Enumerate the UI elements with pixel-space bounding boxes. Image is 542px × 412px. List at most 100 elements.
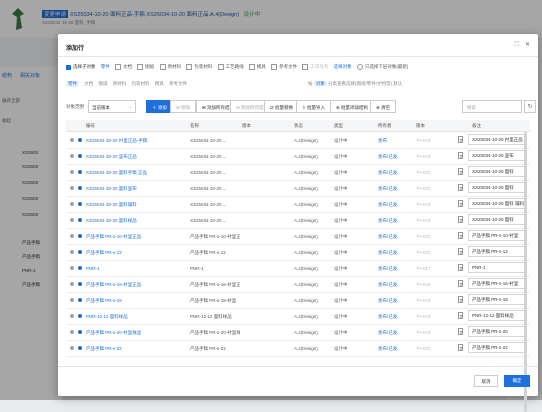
expand-icon[interactable]	[70, 266, 74, 270]
mode-item[interactable]: 图纸	[99, 81, 108, 87]
table-row[interactable]: XS25034-10-20 面料里布 XS25034-10-20 ... A.4(D…	[66, 180, 530, 197]
table-row[interactable]: XS25034-10-20 衬里正品-手稿 XS25034-10-20 ... A.…	[66, 132, 530, 149]
expand-icon[interactable]	[70, 202, 74, 206]
table-row[interactable]: XS25034-10-20 面料手稿 正品 XS25034-10-20 ... A.…	[66, 164, 530, 181]
cell-code[interactable]: XS25034-10-20 衬里正品-手稿	[86, 138, 186, 144]
clear-button[interactable]: ⊗ 清空	[370, 100, 397, 113]
option-item[interactable]: 参考文件	[271, 64, 297, 70]
expand-icon[interactable]	[70, 282, 74, 286]
cell-code[interactable]: 产品手稿 PR-s-16-衬里正品	[86, 282, 186, 288]
option-item[interactable]: 包装材料	[186, 64, 212, 70]
remark-input[interactable]: XS25034-10-20 面料	[468, 166, 526, 177]
option-item[interactable]: 原材料	[159, 64, 181, 70]
refresh-icon[interactable]: ↻	[524, 100, 536, 113]
cell-status[interactable]: 发布/已发	[378, 282, 414, 288]
column-header-owner[interactable]: 所有者	[378, 123, 392, 129]
remark-input[interactable]: PNR-12-12 面料样品	[468, 310, 526, 321]
cell-status[interactable]: 发布/已发	[378, 186, 414, 192]
table-row[interactable]: PNR-12-12 面料样品 PNR-12-12 面料样品 A.4(Design) 设…	[66, 308, 530, 325]
cell-code[interactable]: 产品手稿 PR-s-10-衬里正品	[86, 234, 186, 240]
expand-icon[interactable]	[70, 314, 74, 318]
document-icon[interactable]	[458, 136, 463, 143]
cell-status[interactable]: 发布/已发	[378, 298, 414, 304]
table-row[interactable]: PNR-1 PNR-1 A.4(Design) 设计中 发布/已发 TV-017 PNR-1	[66, 260, 530, 277]
mode-item[interactable]: 原材料	[113, 81, 127, 87]
cell-status[interactable]: 发布/已发	[378, 266, 414, 272]
cell-code[interactable]: 产品手稿 PR-s-22	[86, 346, 186, 352]
column-header-remark[interactable]: 备注	[472, 123, 481, 129]
remark-input[interactable]: PNR-1	[468, 262, 526, 273]
document-icon[interactable]	[458, 248, 463, 255]
option-item[interactable]: 文档	[115, 64, 132, 70]
document-icon[interactable]	[458, 344, 463, 351]
document-icon[interactable]	[458, 200, 463, 207]
remark-input[interactable]: XS25034-10-20 里布	[468, 150, 526, 161]
remark-input[interactable]: 产品手稿 PR-s-22	[468, 342, 526, 353]
remove-button[interactable]: ⊟ 移除	[170, 100, 197, 113]
hint-highlight[interactable]: 对象	[313, 81, 327, 86]
column-header-version2[interactable]: 版本	[416, 123, 425, 129]
cell-status[interactable]: 发布/已发	[378, 154, 414, 160]
close-icon[interactable]: ✕	[525, 42, 530, 48]
document-icon[interactable]	[458, 232, 463, 239]
document-icon[interactable]	[458, 216, 463, 223]
remark-input[interactable]: 产品手稿 PR-s-10-衬里	[468, 230, 526, 241]
column-header-type[interactable]: 类型	[334, 123, 343, 129]
add-button[interactable]: ＋ 添加	[146, 100, 173, 113]
remark-input[interactable]: XS25034-10-20 面料 辅料	[468, 198, 526, 209]
remark-input[interactable]: XS25034-10-20 面料	[468, 214, 526, 225]
option-item[interactable]: 模具	[248, 64, 266, 70]
remark-input[interactable]: 产品手稿 PR-s-20	[468, 326, 526, 337]
mode-item[interactable]: 包装材料	[132, 81, 150, 87]
cell-code[interactable]: XS25034-10-20 面料里布	[86, 186, 186, 192]
table-row[interactable]: XS25034-10-20 面料辅料 XS25034-10-20 ... A.4(D…	[66, 196, 530, 213]
expand-icon[interactable]	[70, 298, 74, 302]
batch-add-structure-button[interactable]: ⊕ 批量添加结构	[330, 100, 375, 113]
cell-status[interactable]: 发布/已发	[378, 202, 414, 208]
mode-part[interactable]: 零件	[66, 81, 79, 87]
remark-input[interactable]: 产品手稿 PR-s-16-衬里	[468, 278, 526, 289]
remark-input[interactable]: 产品手稿 PR-s-12	[468, 246, 526, 257]
search-input[interactable]: 搜索	[462, 100, 522, 113]
option-item[interactable]: 工作任务	[302, 64, 328, 70]
option-item[interactable]: 工艺路线	[217, 64, 244, 70]
option-part[interactable]: 零件	[101, 64, 110, 70]
expand-icon[interactable]	[70, 170, 74, 174]
column-header-code[interactable]: 编号	[86, 123, 95, 129]
remark-input[interactable]: 产品手稿 PR-s-18	[468, 294, 526, 305]
document-icon[interactable]	[458, 328, 463, 335]
expand-icon[interactable]	[70, 234, 74, 238]
cell-code[interactable]: PNR-12-12 面料样品	[86, 314, 186, 320]
document-icon[interactable]	[458, 280, 463, 287]
table-row[interactable]: 产品手稿 PR-s-22 产品手稿 PR-s-22 A.4(Design) 设计中 发布…	[66, 340, 530, 357]
mode-item[interactable]: 模具	[155, 81, 164, 87]
cell-status[interactable]: 发布/已发	[378, 330, 414, 336]
table-row[interactable]: 产品手稿 PR-s-10-衬里正品 产品手稿 PR-s-10-衬里正品 A.4(De…	[66, 228, 530, 245]
expand-icon[interactable]	[70, 138, 74, 142]
table-row[interactable]: XS25034-10-20 面料样品 XS25034-10-20 ... A.4(D…	[66, 212, 530, 229]
document-icon[interactable]	[458, 152, 463, 159]
expand-icon[interactable]	[70, 154, 74, 158]
cell-code[interactable]: 产品手稿 PR-s-20-衬里样品	[86, 330, 186, 336]
column-header-version[interactable]: 版本	[242, 123, 251, 129]
cell-code[interactable]: XS25034-10-20 面料辅料	[86, 202, 186, 208]
cancel-button[interactable]: 取消	[474, 375, 498, 387]
expand-icon[interactable]	[70, 250, 74, 254]
maximize-icon[interactable]: ⛶	[515, 42, 519, 48]
expand-icon[interactable]	[70, 330, 74, 334]
batch-replace-button[interactable]: ⇄ 批量替换	[264, 100, 300, 113]
batch-import-button[interactable]: ⇪ 批量导入	[296, 100, 332, 113]
cell-status[interactable]: 发布/已发	[378, 250, 414, 256]
cell-status[interactable]: 发布	[378, 138, 414, 144]
document-icon[interactable]	[458, 264, 463, 271]
remark-input[interactable]: XS25034-10-20 衬里正品	[468, 134, 526, 145]
expand-icon[interactable]	[70, 218, 74, 222]
document-icon[interactable]	[458, 296, 463, 303]
document-icon[interactable]	[458, 312, 463, 319]
cell-code[interactable]: 产品手稿 PR-s-18	[86, 298, 186, 304]
ok-button[interactable]: 确定	[504, 375, 530, 387]
document-icon[interactable]	[458, 184, 463, 191]
select-object-link[interactable]: 选择对象	[334, 64, 352, 70]
expand-icon[interactable]	[70, 186, 74, 190]
table-row[interactable]: 产品手稿 PR-s-20-衬里样品 产品手稿 PR-s-20-衬里样品 A.4(De…	[66, 324, 530, 341]
